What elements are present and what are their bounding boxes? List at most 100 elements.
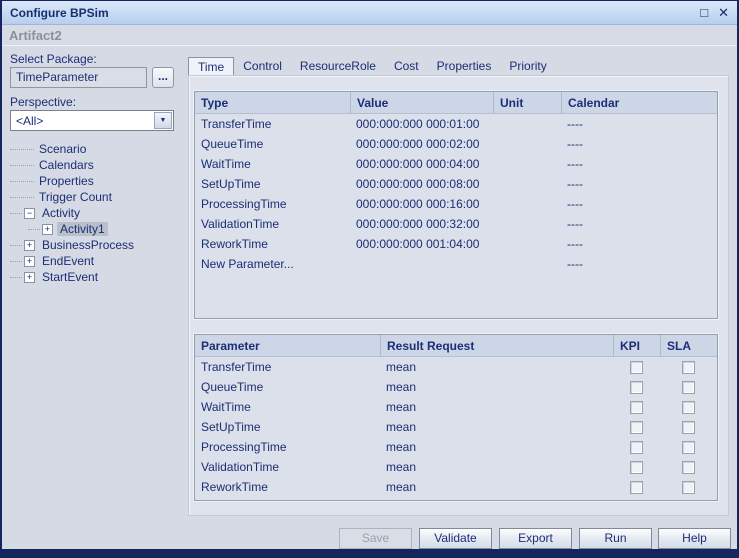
time-calendar-cell: ---- — [561, 217, 717, 231]
tree-item-scenario[interactable]: Scenario — [10, 141, 182, 157]
maximize-icon[interactable]: □ — [700, 6, 708, 19]
expand-icon[interactable]: + — [24, 256, 35, 267]
time-type-cell: ValidationTime — [195, 217, 350, 231]
time-table-row[interactable]: ReworkTime000:000:000 001:04:00---- — [195, 234, 717, 254]
save-button[interactable]: Save — [339, 528, 412, 549]
tree-item-properties[interactable]: Properties — [10, 173, 182, 189]
kpi-checkbox[interactable] — [630, 441, 643, 454]
configure-bpsim-dialog: Configure BPSim □ ✕ Artifact2 Select Pac… — [0, 0, 739, 558]
tree-item-label: Scenario — [36, 142, 89, 156]
sla-cell — [660, 381, 717, 394]
time-value-cell: 000:000:000 001:04:00 — [350, 237, 493, 251]
sla-checkbox[interactable] — [682, 381, 695, 394]
time-table-row[interactable]: SetUpTime000:000:000 000:08:00---- — [195, 174, 717, 194]
result-request-cell: mean — [380, 380, 613, 394]
result-request-cell: mean — [380, 480, 613, 494]
perspective-select[interactable]: <All> ▼ — [10, 110, 174, 131]
sla-checkbox[interactable] — [682, 481, 695, 494]
sla-checkbox[interactable] — [682, 461, 695, 474]
time-table-row[interactable]: QueueTime000:000:000 000:02:00---- — [195, 134, 717, 154]
column-header-sla: SLA — [660, 335, 717, 356]
chevron-down-icon[interactable]: ▼ — [154, 112, 172, 129]
tree-item-calendars[interactable]: Calendars — [10, 157, 182, 173]
tab-resourcerole[interactable]: ResourceRole — [291, 57, 385, 75]
tab-properties[interactable]: Properties — [428, 57, 501, 75]
kpi-cell — [613, 381, 660, 394]
time-table-row[interactable]: TransferTime000:000:000 000:01:00---- — [195, 114, 717, 134]
expand-icon[interactable]: + — [24, 240, 35, 251]
kpi-checkbox[interactable] — [630, 461, 643, 474]
browse-button[interactable]: ... — [152, 67, 174, 88]
time-calendar-cell: ---- — [561, 237, 717, 251]
kpi-cell — [613, 461, 660, 474]
sla-cell — [660, 361, 717, 374]
time-table-row[interactable]: ProcessingTime000:000:000 000:16:00---- — [195, 194, 717, 214]
time-type-cell: SetUpTime — [195, 177, 350, 191]
result-request-cell: mean — [380, 440, 613, 454]
time-table-row[interactable]: ValidationTime000:000:000 000:32:00 ---- — [195, 214, 717, 234]
package-field[interactable]: TimeParameter — [10, 67, 147, 88]
perspective-value: <All> — [11, 114, 154, 128]
kpi-checkbox[interactable] — [630, 361, 643, 374]
sla-checkbox[interactable] — [682, 361, 695, 374]
tree-item-label: Calendars — [36, 158, 97, 172]
result-table-row[interactable]: ReworkTimemean — [195, 477, 717, 497]
tree-item-startevent[interactable]: + StartEvent — [10, 269, 182, 285]
window-title: Configure BPSim — [10, 6, 109, 20]
tree-connector — [10, 181, 34, 182]
tree-item-activity[interactable]: −Activity — [10, 205, 182, 221]
tab-priority[interactable]: Priority — [500, 57, 555, 75]
time-table-row[interactable]: WaitTime000:000:000 000:04:00---- — [195, 154, 717, 174]
tree-item-businessprocess[interactable]: +BusinessProcess — [10, 237, 182, 253]
result-table-row[interactable]: QueueTimemean — [195, 377, 717, 397]
tree-connector — [10, 197, 34, 198]
time-value-cell: 000:000:000 000:32:00 — [350, 217, 493, 231]
sla-cell — [660, 401, 717, 414]
result-table-row[interactable]: ValidationTimemean — [195, 457, 717, 477]
column-header-type: Type — [195, 92, 350, 113]
select-package-label: Select Package: — [10, 52, 97, 66]
time-value-cell: 000:000:000 000:16:00 — [350, 197, 493, 211]
tree-item-activity1[interactable]: +Activity1 — [10, 221, 182, 237]
result-table-row[interactable]: ProcessingTimemean — [195, 437, 717, 457]
tree-item-label: StartEvent — [39, 270, 101, 284]
tree-item-trigger-count[interactable]: Trigger Count — [10, 189, 182, 205]
tab-time[interactable]: Time — [188, 57, 234, 75]
kpi-checkbox[interactable] — [630, 481, 643, 494]
sla-checkbox[interactable] — [682, 401, 695, 414]
result-table-row[interactable]: SetUpTimemean — [195, 417, 717, 437]
run-button[interactable]: Run — [579, 528, 652, 549]
tab-cost[interactable]: Cost — [385, 57, 428, 75]
column-header-calendar: Calendar — [561, 92, 717, 113]
time-calendar-cell: ---- — [561, 137, 717, 151]
tab-control[interactable]: Control — [234, 57, 291, 75]
time-calendar-cell: ---- — [561, 117, 717, 131]
expand-icon[interactable]: + — [42, 224, 53, 235]
sla-checkbox[interactable] — [682, 441, 695, 454]
kpi-checkbox[interactable] — [630, 421, 643, 434]
tree-item-endevent[interactable]: +EndEvent — [10, 253, 182, 269]
tab-strip: Time Control ResourceRole Cost Propertie… — [188, 58, 556, 75]
tree-connector — [10, 149, 34, 150]
result-table-row[interactable]: WaitTimemean — [195, 397, 717, 417]
subtitle-bar: Artifact2 — [2, 25, 737, 46]
kpi-checkbox[interactable] — [630, 401, 643, 414]
time-value-cell: 000:000:000 000:08:00 — [350, 177, 493, 191]
package-tree: Scenario CalendarsPropertiesTrigger Count… — [10, 141, 182, 285]
time-table-header: Type Value Unit Calendar — [195, 92, 717, 114]
tree-connector — [28, 229, 40, 230]
help-button[interactable]: Help — [658, 528, 731, 549]
sla-checkbox[interactable] — [682, 421, 695, 434]
time-value-cell: 000:000:000 000:01:00 — [350, 117, 493, 131]
collapse-icon[interactable]: − — [24, 208, 35, 219]
expand-icon[interactable]: + — [24, 272, 35, 283]
sla-cell — [660, 461, 717, 474]
kpi-cell — [613, 421, 660, 434]
validate-button[interactable]: Validate — [419, 528, 492, 549]
kpi-checkbox[interactable] — [630, 381, 643, 394]
kpi-cell — [613, 361, 660, 374]
close-icon[interactable]: ✕ — [718, 6, 729, 19]
export-button[interactable]: Export — [499, 528, 572, 549]
time-table-row[interactable]: New Parameter...---- — [195, 254, 717, 274]
result-table-row[interactable]: TransferTimemean — [195, 357, 717, 377]
